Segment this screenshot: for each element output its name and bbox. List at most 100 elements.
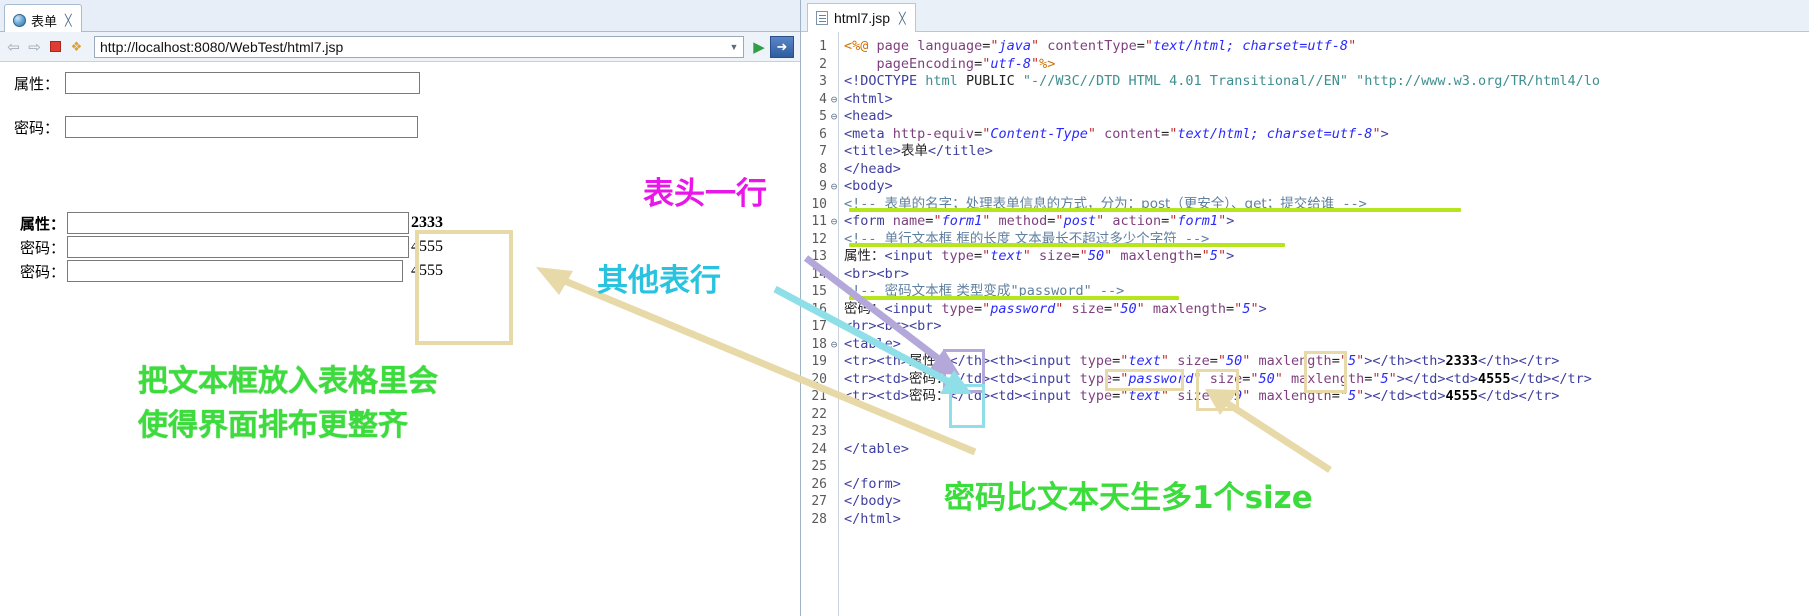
- url-bar[interactable]: http://localhost:8080/WebTest/html7.jsp …: [94, 35, 744, 58]
- code-line[interactable]: 17 <br><br><br>: [801, 318, 1809, 336]
- table-header-label: 属性：: [20, 212, 65, 234]
- line-number: 6: [819, 126, 827, 142]
- code-line-text: <table>: [844, 335, 901, 352]
- code-line[interactable]: 4 ⊖ <html>: [801, 91, 1809, 109]
- password-input[interactable]: [65, 116, 419, 138]
- annotation-password-size: 密码比文本天生多1个size: [944, 480, 1313, 516]
- code-line-text: <%@ page language="java" contentType="te…: [844, 38, 1357, 54]
- code-line-text: 属性：<input type="text" size="50" maxlengt…: [844, 248, 1235, 264]
- line-number: 4: [819, 91, 827, 107]
- code-line-text: <html>: [844, 90, 893, 107]
- code-line[interactable]: 6 <meta http-equiv="Content-Type" content…: [801, 126, 1809, 144]
- code-line-text: </form>: [844, 475, 901, 492]
- table-row: 密码： 4555: [20, 260, 443, 282]
- line-number: 16: [811, 301, 827, 317]
- editor-tabstrip: html7.jsp ╳: [801, 0, 1809, 32]
- line-number: 26: [811, 476, 827, 492]
- table-cell-label-text: 密码：: [20, 238, 66, 257]
- line-number: 27: [811, 494, 827, 509]
- go-button[interactable]: ▶: [748, 36, 770, 58]
- code-editor[interactable]: 1 <%@ page language="java" contentType="t…: [801, 32, 1809, 616]
- line-number: 18: [811, 336, 827, 352]
- code-line[interactable]: 2 pageEncoding="utf-8"%>: [801, 56, 1809, 74]
- table-cell-number: 4555: [411, 262, 444, 279]
- document-icon: [816, 11, 828, 25]
- line-number: 22: [811, 406, 827, 422]
- annotation-table-header-row: 表头一行: [643, 176, 767, 212]
- code-line[interactable]: 19 <tr><th>属性：</th><th><input type="text"…: [801, 353, 1809, 371]
- table-cell-input: [67, 236, 410, 258]
- table-row: 属性： 2333: [20, 212, 443, 234]
- table-password-input[interactable]: [67, 236, 410, 258]
- back-icon[interactable]: ⇦: [4, 37, 23, 57]
- line-number: 10: [811, 196, 827, 212]
- code-line[interactable]: 18 ⊖ <table>: [801, 336, 1809, 354]
- table-cell-number: 4555: [411, 238, 444, 255]
- code-line-text: <!DOCTYPE html PUBLIC "-//W3C//DTD HTML …: [844, 73, 1600, 89]
- code-line[interactable]: 23: [801, 423, 1809, 441]
- line-number: 13: [811, 249, 827, 264]
- code-line[interactable]: 20 <tr><td>密码：</td><td><input type="passw…: [801, 371, 1809, 389]
- form-table: 属性： 2333 密码： 4555 密码： 4555: [18, 210, 445, 284]
- line-number: 20: [811, 371, 827, 387]
- close-icon[interactable]: ╳: [65, 14, 72, 27]
- table-header-number: 2333: [411, 214, 444, 231]
- line-number: 9: [819, 179, 827, 194]
- line-number: 23: [811, 424, 827, 439]
- stop-icon[interactable]: [46, 37, 65, 57]
- chevron-down-icon[interactable]: ▼: [725, 37, 743, 57]
- table-text-input-49[interactable]: [67, 260, 404, 282]
- code-line[interactable]: 13 属性：<input type="text" size="50" maxlen…: [801, 248, 1809, 266]
- line-number: 28: [811, 511, 827, 527]
- line-number: 19: [811, 354, 827, 369]
- code-line[interactable]: 24 </table>: [801, 441, 1809, 459]
- code-line-text: <head>: [844, 108, 893, 124]
- code-line[interactable]: 1 <%@ page language="java" contentType="t…: [801, 38, 1809, 56]
- line-number: 25: [811, 459, 827, 474]
- browser-toolbar: ⇦ ⇨ ❖ http://localhost:8080/WebTest/html…: [0, 32, 800, 62]
- globe-icon: [13, 14, 26, 27]
- browser-tabstrip: 表单 ╳: [0, 0, 800, 32]
- fold-toggle-icon[interactable]: ⊖: [829, 108, 839, 126]
- fold-toggle-icon[interactable]: ⊖: [829, 178, 839, 196]
- fold-toggle-icon[interactable]: ⊖: [829, 213, 839, 231]
- code-line-text: 密码：<input type="password" size="50" maxl…: [844, 300, 1267, 317]
- code-line-text: <body>: [844, 178, 893, 194]
- code-line[interactable]: 5 ⊖ <head>: [801, 108, 1809, 126]
- table-cell-input: [67, 260, 409, 282]
- fold-toggle-icon[interactable]: ⊖: [829, 91, 839, 109]
- line-number: 11: [811, 214, 827, 229]
- table-row: 密码： 4555: [20, 236, 443, 258]
- code-line[interactable]: 22: [801, 406, 1809, 424]
- forward-icon[interactable]: ⇨: [25, 37, 44, 57]
- code-line-text: pageEncoding="utf-8"%>: [876, 55, 1056, 72]
- close-icon[interactable]: ╳: [899, 12, 906, 25]
- browser-pane: 表单 ╳ ⇦ ⇨ ❖ http://localhost:8080/WebTest…: [0, 0, 800, 616]
- code-line[interactable]: 8 </head>: [801, 161, 1809, 179]
- code-line[interactable]: 16 密码：<input type="password" size="50" ma…: [801, 301, 1809, 319]
- table-cell-label: 密码：: [20, 260, 65, 282]
- browser-tab-label: 表单: [31, 14, 58, 29]
- fold-toggle-icon[interactable]: ⊖: [829, 336, 839, 354]
- browser-tab[interactable]: 表单 ╳: [4, 4, 82, 32]
- table-cell-label-text: 密码：: [20, 262, 66, 281]
- code-line[interactable]: 9 ⊖ <body>: [801, 178, 1809, 196]
- code-line[interactable]: 3 <!DOCTYPE html PUBLIC "-//W3C//DTD HTML…: [801, 73, 1809, 91]
- editor-tab[interactable]: html7.jsp ╳: [807, 3, 916, 32]
- open-external-browser-button[interactable]: ➜: [770, 35, 794, 58]
- code-line[interactable]: 7 <title>表单</title>: [801, 143, 1809, 161]
- table-attribute-text-input[interactable]: [67, 212, 410, 234]
- url-input[interactable]: http://localhost:8080/WebTest/html7.jsp: [95, 39, 725, 55]
- line-number: 8: [819, 161, 827, 177]
- code-line[interactable]: 11 ⊖ <form name="form1" method="post" acti…: [801, 213, 1809, 231]
- table-header-label-text: 属性：: [20, 214, 66, 233]
- attribute-text-input[interactable]: [65, 72, 421, 94]
- code-line[interactable]: 21 <tr><td>密码：</td><td><input type="text"…: [801, 388, 1809, 406]
- editor-tab-label: html7.jsp: [834, 10, 891, 26]
- refresh-icon[interactable]: ❖: [67, 37, 86, 57]
- code-lines: 1 <%@ page language="java" contentType="t…: [801, 38, 1809, 528]
- line-number: 1: [819, 39, 827, 54]
- line-number: 21: [811, 389, 827, 404]
- code-line-text: </html>: [844, 510, 901, 527]
- code-line[interactable]: 14 <br><br>: [801, 266, 1809, 284]
